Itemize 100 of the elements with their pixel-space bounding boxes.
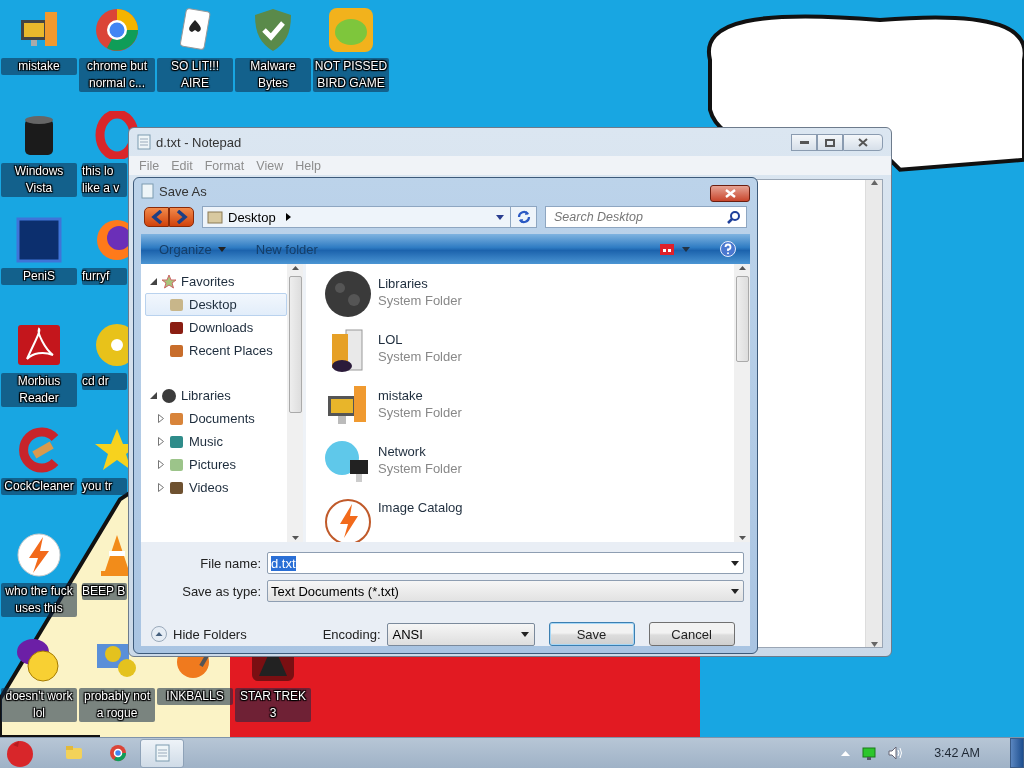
expanded-arrow-icon[interactable]	[150, 392, 157, 399]
desktop-icon-label[interactable]: Malware Bytes	[235, 58, 311, 92]
scrollbar[interactable]	[287, 264, 303, 542]
start-orb-icon	[5, 739, 35, 767]
scroll-up-icon[interactable]	[870, 180, 878, 185]
scrollbar[interactable]	[734, 264, 750, 542]
scroll-up-icon[interactable]	[291, 266, 299, 270]
close-icon	[724, 188, 736, 198]
desktop-icon-label[interactable]: PeniS	[1, 268, 77, 285]
back-button[interactable]	[144, 207, 169, 228]
field-label: File name:	[199, 555, 261, 571]
lightning-icon[interactable]	[15, 531, 63, 579]
chevron-icon[interactable]	[285, 213, 291, 222]
desktop-folder-icon	[207, 210, 223, 225]
field-label: Encoding:	[322, 626, 381, 642]
close-icon	[858, 138, 868, 147]
desktop-icon-label[interactable]: cd dr	[82, 373, 127, 390]
collapsed-arrow-icon[interactable]	[158, 483, 164, 492]
scroll-down-icon[interactable]	[870, 642, 878, 647]
desktop-icon-label[interactable]: chrome but normal c...	[79, 58, 155, 92]
hide-folders-button[interactable]: Hide Folders	[151, 626, 247, 642]
tree-item[interactable]: Libraries	[145, 384, 287, 407]
minimize-icon	[799, 141, 809, 144]
speaker-icon[interactable]	[888, 746, 905, 760]
dark-circle-icon	[162, 388, 176, 403]
tree-item[interactable]: Recent Places	[145, 339, 287, 362]
app-icon[interactable]	[15, 216, 63, 264]
collapsed-arrow-icon[interactable]	[158, 437, 164, 446]
desktop-icon-label[interactable]: STAR TREK 3	[235, 688, 311, 722]
collapse-icon	[151, 626, 167, 642]
desktop-icon-label[interactable]: mistake	[1, 58, 77, 75]
dropdown-caret-icon[interactable]	[496, 214, 504, 220]
collapsed-arrow-icon[interactable]	[158, 460, 164, 469]
dropdown-caret-icon	[731, 560, 739, 566]
window-title: d.txt - Notepad	[156, 134, 243, 150]
browser-icon[interactable]	[93, 6, 141, 54]
tree-item[interactable]: Downloads	[145, 316, 287, 339]
tree-item[interactable]: Videos	[145, 476, 287, 499]
desktop-icon-label[interactable]: doesn't work lol	[1, 688, 77, 722]
close-button[interactable]	[843, 134, 883, 151]
address-segment[interactable]: Desktop	[228, 209, 276, 225]
scrollbar-thumb[interactable]	[288, 276, 302, 413]
desktop-icon-label[interactable]: furryf	[82, 268, 127, 285]
folder-icon	[169, 297, 184, 312]
notepad-icon	[141, 183, 154, 200]
file-name-field[interactable]: d.txt	[267, 552, 744, 574]
forward-button[interactable]	[169, 207, 194, 228]
expanded-arrow-icon[interactable]	[150, 278, 157, 285]
notepad-icon	[137, 134, 151, 150]
folder-item[interactable]: Network System Folder	[324, 438, 734, 486]
scrollbar[interactable]	[865, 180, 882, 647]
address-bar[interactable]: Desktop	[202, 206, 537, 229]
caret-icon[interactable]	[682, 246, 690, 252]
minimize-button[interactable]	[791, 134, 817, 151]
tree-item[interactable]: Documents	[145, 407, 287, 430]
field-label: Save as type:	[181, 583, 261, 599]
scroll-down-icon[interactable]	[738, 536, 746, 540]
collapsed-arrow-icon[interactable]	[158, 414, 164, 423]
maximize-button[interactable]	[817, 134, 843, 151]
network-icon[interactable]	[862, 746, 877, 760]
scrollbar-thumb[interactable]	[735, 276, 749, 362]
clock[interactable]: 3:42 AM	[934, 746, 980, 760]
notepad-icon	[152, 743, 172, 763]
desktop-icon-label[interactable]: this lo like a v	[82, 163, 127, 197]
search-icon[interactable]	[727, 210, 740, 224]
desktop-icon-label[interactable]: INKBALLS	[157, 688, 233, 705]
desktop-icon-label[interactable]: NOT PISSED BIRD GAME	[313, 58, 389, 92]
dialog-button[interactable]: Save	[548, 622, 635, 646]
desktop-icon-label[interactable]: you tr	[82, 478, 127, 495]
desktop-icon-label[interactable]: SO LIT!!! AIRE	[157, 58, 233, 92]
moon-icon	[324, 270, 372, 318]
search-field[interactable]: Search Desktop	[545, 206, 747, 229]
help-icon[interactable]	[720, 241, 736, 258]
refresh-icon	[516, 210, 531, 225]
folder-item[interactable]: mistake System Folder	[324, 382, 734, 430]
view-options-icon[interactable]	[660, 243, 674, 255]
star-icon	[162, 274, 176, 289]
tree-item[interactable]: Desktop	[145, 293, 287, 316]
folder-item[interactable]: Libraries System Folder	[324, 270, 734, 318]
desktop-icon-label[interactable]: Windows Vista	[1, 163, 77, 197]
scroll-down-icon[interactable]	[291, 536, 299, 540]
tree-item[interactable]: Pictures	[145, 453, 287, 476]
maximize-icon	[825, 138, 835, 147]
dropdown-caret-icon	[731, 588, 739, 594]
file-type-dropdown[interactable]: Text Documents (*.txt)	[267, 580, 744, 602]
tree-item[interactable]: Music	[145, 430, 287, 453]
dropdown-caret-icon	[520, 631, 529, 637]
desktop-icon-label[interactable]: CockCleaner	[1, 478, 77, 495]
scroll-up-icon[interactable]	[738, 266, 746, 270]
folder-item[interactable]: Image Catalog	[324, 494, 734, 542]
folder-item[interactable]: LOL System Folder	[324, 326, 734, 374]
close-button[interactable]	[710, 184, 750, 202]
desktop-icon-label[interactable]: probably not a rogue	[79, 688, 155, 722]
tree-item[interactable]: Favorites	[145, 270, 287, 293]
dialog-button[interactable]: Cancel	[648, 622, 735, 646]
browser-icon	[108, 743, 128, 763]
desktop-icon-label[interactable]: BEEP B	[82, 583, 127, 600]
encoding-dropdown[interactable]: ANSI	[386, 622, 535, 646]
desktop-icon-label[interactable]: Morbius Reader	[1, 373, 77, 407]
desktop-icon-label[interactable]: who the fuck uses this	[1, 583, 77, 617]
